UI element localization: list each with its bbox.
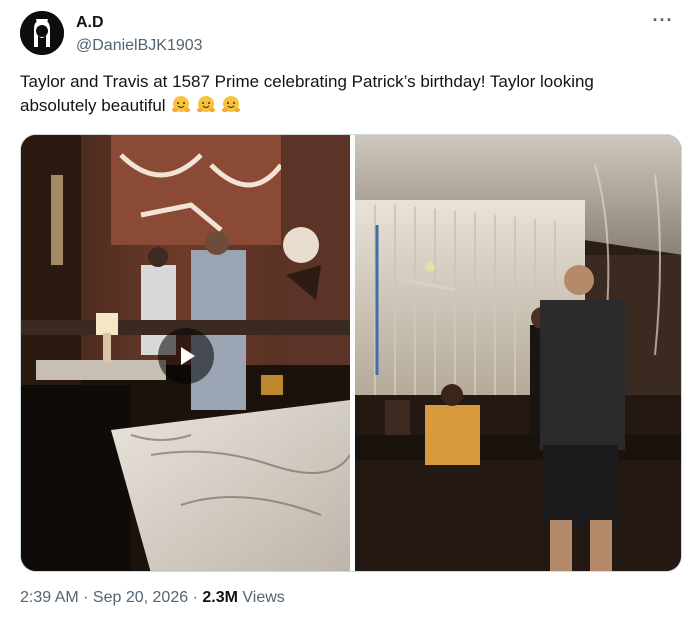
author-handle[interactable]: @DanielBJK1903 [76, 37, 203, 55]
tweet-time[interactable]: 2:39 AM [20, 589, 79, 606]
tweet-header: A.D @DanielBJK1903 ··· [20, 10, 680, 62]
more-options-icon[interactable]: ··· [646, 11, 680, 38]
hugging-face-emoji-icon [221, 96, 240, 113]
avatar-image [20, 11, 64, 55]
meta-separator: · [188, 589, 203, 606]
avatar[interactable] [20, 11, 64, 55]
tweet-card: A.D @DanielBJK1903 ··· Taylor and Travis… [0, 0, 700, 629]
tweet-text-body: Taylor and Travis at 1587 Prime celebrat… [20, 72, 594, 115]
hugging-face-emoji-icon [196, 96, 215, 113]
play-button[interactable] [158, 328, 214, 384]
author-name[interactable]: A.D [76, 14, 104, 32]
tweet-meta: 2:39 AM · Sep 20, 2026 · 2.3M Views [20, 589, 285, 607]
photo-thumbnail[interactable] [355, 135, 682, 572]
media-grid [20, 134, 682, 572]
play-icon [181, 347, 195, 365]
tweet-text: Taylor and Travis at 1587 Prime celebrat… [20, 70, 660, 118]
meta-separator: · [78, 589, 93, 606]
views-label: Views [242, 589, 285, 606]
hugging-face-emoji-icon [171, 96, 190, 113]
tweet-date[interactable]: Sep 20, 2026 [93, 589, 188, 606]
views-count[interactable]: 2.3M [202, 589, 238, 606]
